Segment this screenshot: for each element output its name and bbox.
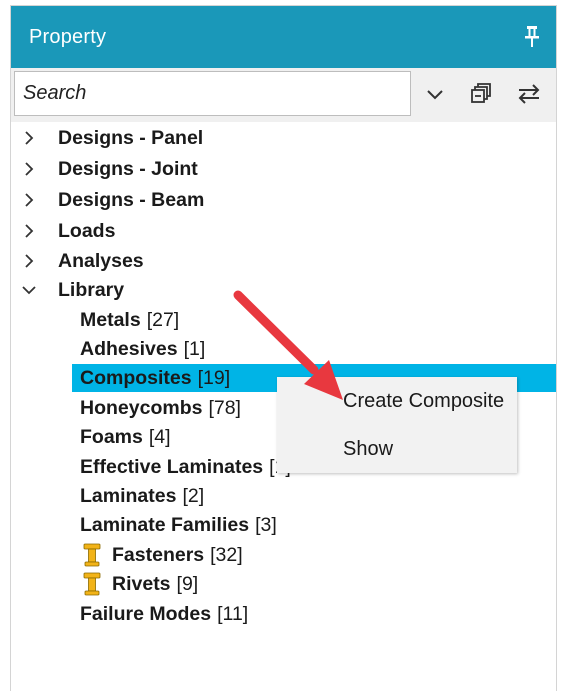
chevron-right-icon	[25, 162, 34, 176]
fastener-icon	[83, 572, 101, 596]
chevron-right-icon	[25, 224, 34, 238]
item-label: Laminate Families	[80, 514, 250, 536]
library-item-metals[interactable]: Metals [27]	[11, 305, 556, 335]
item-label: Fasteners	[112, 544, 205, 566]
pin-icon[interactable]	[522, 24, 542, 50]
item-count: [3]	[255, 514, 277, 536]
tree-item-designs-joint[interactable]: Designs - Joint	[11, 154, 556, 184]
tree-item-label: Loads	[58, 220, 116, 242]
library-item-laminates[interactable]: Laminates [2]	[11, 481, 556, 511]
tree-item-label: Designs - Beam	[58, 189, 205, 211]
item-count: [32]	[210, 544, 243, 566]
panel-title: Property	[29, 26, 107, 48]
property-panel: Property Search Designs - Panel Designs …	[10, 5, 557, 691]
tree-item-analyses[interactable]: Analyses	[11, 246, 556, 276]
chevron-right-icon	[25, 193, 34, 207]
item-label: Honeycombs	[80, 397, 203, 419]
item-count: [1]	[183, 338, 206, 360]
search-input[interactable]	[14, 71, 411, 116]
item-label: Failure Modes	[80, 603, 212, 625]
tree-item-library[interactable]: Library	[11, 275, 556, 305]
chevron-right-icon	[25, 254, 34, 268]
tree-item-loads[interactable]: Loads	[11, 216, 556, 246]
chevron-down-icon	[22, 286, 36, 295]
chevron-right-icon	[25, 131, 34, 145]
tree-item-designs-panel[interactable]: Designs - Panel	[11, 123, 556, 153]
menu-item-show[interactable]: Show	[277, 425, 517, 473]
item-label: Rivets	[112, 573, 171, 595]
item-count: [11]	[217, 603, 249, 625]
context-menu: Create Composite Show	[277, 377, 517, 473]
item-label: Adhesives	[80, 338, 178, 360]
panel-header: Property	[11, 6, 556, 68]
library-item-fasteners[interactable]: Fasteners [32]	[11, 540, 556, 570]
item-count: [4]	[148, 426, 171, 448]
item-count: [19]	[197, 367, 231, 389]
library-item-laminate-families[interactable]: Laminate Families [3]	[11, 510, 556, 540]
tree-item-label: Designs - Joint	[58, 158, 198, 180]
sync-arrows-icon[interactable]	[515, 80, 543, 108]
menu-item-label: Create Composite	[343, 390, 505, 412]
menu-item-label: Show	[343, 438, 394, 460]
tree-item-label: Designs - Panel	[58, 127, 204, 149]
fastener-icon	[83, 543, 101, 567]
item-count: [27]	[146, 309, 180, 331]
item-label: Effective Laminates	[80, 456, 264, 478]
item-label: Composites	[80, 367, 192, 389]
item-count: [2]	[182, 485, 205, 507]
collapse-all-icon[interactable]	[466, 80, 494, 108]
item-label: Laminates	[80, 485, 177, 507]
search-toolbar	[11, 68, 556, 122]
library-item-failure-modes[interactable]: Failure Modes [11]	[11, 599, 556, 629]
item-count: [9]	[176, 573, 199, 595]
chevron-down-icon[interactable]	[421, 80, 449, 108]
library-item-rivets[interactable]: Rivets [9]	[11, 569, 556, 599]
menu-item-create-composite[interactable]: Create Composite	[277, 377, 517, 425]
tree-item-designs-beam[interactable]: Designs - Beam	[11, 185, 556, 215]
library-item-adhesives[interactable]: Adhesives [1]	[11, 334, 556, 364]
tree-item-label: Library	[58, 279, 125, 301]
tree-item-label: Analyses	[58, 250, 144, 272]
item-count: [78]	[208, 397, 241, 419]
item-label: Foams	[80, 426, 143, 448]
item-label: Metals	[80, 309, 141, 331]
